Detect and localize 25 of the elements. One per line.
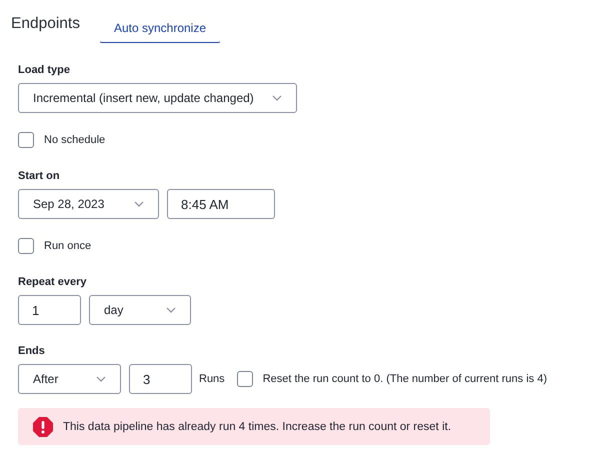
caret-icon: [272, 95, 282, 101]
checkbox[interactable]: [18, 238, 34, 254]
caret-icon: [96, 376, 106, 382]
checkbox-label: Run once: [44, 240, 92, 252]
alert-message: This data pipeline has already run 4 times. Increase the run count or reset it.: [63, 420, 452, 432]
field-label: Start on: [18, 170, 61, 183]
checkbox[interactable]: [18, 132, 34, 148]
time-field[interactable]: 8:45 AM: [167, 189, 275, 219]
field-label: Load type: [18, 64, 71, 77]
runs-label: Runs: [199, 373, 225, 385]
checkbox-label: Reset the run count to 0. (The number of current runs is 4): [262, 373, 547, 385]
unit-select[interactable]: day: [89, 295, 191, 325]
date-select[interactable]: Sep 28, 2023: [18, 189, 159, 219]
checkbox[interactable]: [236, 371, 253, 387]
run-count-field[interactable]: 3: [129, 364, 192, 394]
interval-field[interactable]: 1: [18, 295, 81, 325]
field-label: Repeat every: [18, 276, 88, 289]
ends-select[interactable]: After: [18, 364, 121, 394]
error-icon: [33, 416, 53, 436]
tab[interactable]: Endpoints: [11, 13, 80, 43]
field-label: Ends: [18, 345, 46, 358]
caret-icon: [166, 307, 176, 313]
caret-icon: [134, 201, 144, 207]
checkbox-label: No schedule: [44, 134, 106, 146]
load-type-select[interactable]: Incremental (insert new, update changed): [18, 83, 297, 113]
